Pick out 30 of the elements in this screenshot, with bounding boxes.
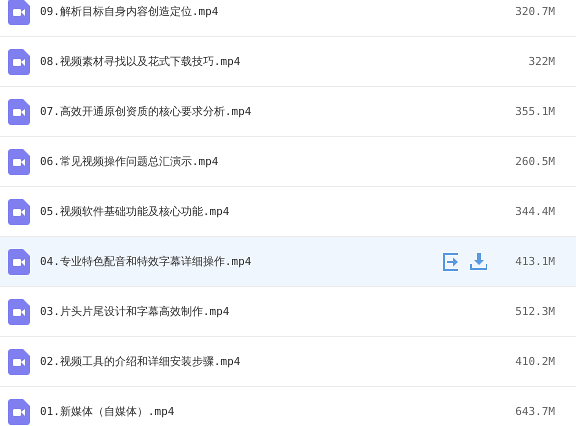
file-size: 643.7M (514, 405, 555, 418)
file-name[interactable]: 04.专业特色配音和特效字幕详细操作.mp4 (40, 254, 443, 269)
video-file-icon (8, 398, 30, 424)
file-name[interactable]: 06.常见视频操作问题总汇演示.mp4 (40, 154, 505, 169)
video-file-icon (8, 148, 30, 174)
file-name[interactable]: 09.解析目标自身内容创造定位.mp4 (40, 4, 505, 19)
file-row[interactable]: 04.专业特色配音和特效字幕详细操作.mp4 413.1M (0, 237, 576, 287)
file-size: 320.7M (514, 5, 555, 18)
video-file-icon (8, 198, 30, 224)
file-size: 355.1M (514, 105, 555, 118)
file-size: 410.2M (514, 355, 555, 368)
file-name[interactable]: 02.视频工具的介绍和详细安装步骤.mp4 (40, 354, 505, 369)
file-size: 260.5M (514, 155, 555, 168)
video-file-icon (8, 48, 30, 74)
export-icon[interactable] (443, 252, 460, 270)
video-file-icon (8, 298, 30, 324)
file-size: 413.1M (514, 255, 555, 268)
file-size: 512.3M (514, 305, 555, 318)
file-name[interactable]: 01.新媒体（自媒体）.mp4 (40, 404, 505, 419)
file-size: 344.4M (514, 205, 555, 218)
video-file-icon (8, 248, 30, 274)
file-size: 322M (528, 55, 555, 68)
file-name[interactable]: 07.高效开通原创资质的核心要求分析.mp4 (40, 104, 505, 119)
video-file-icon (8, 348, 30, 374)
file-name[interactable]: 03.片头片尾设计和字幕高效制作.mp4 (40, 304, 505, 319)
video-file-icon (8, 98, 30, 124)
download-icon[interactable] (470, 252, 487, 270)
file-name[interactable]: 08.视频素材寻找以及花式下载技巧.mp4 (40, 54, 505, 69)
file-name[interactable]: 05.视频软件基础功能及核心功能.mp4 (40, 204, 505, 219)
video-file-icon (8, 0, 30, 24)
